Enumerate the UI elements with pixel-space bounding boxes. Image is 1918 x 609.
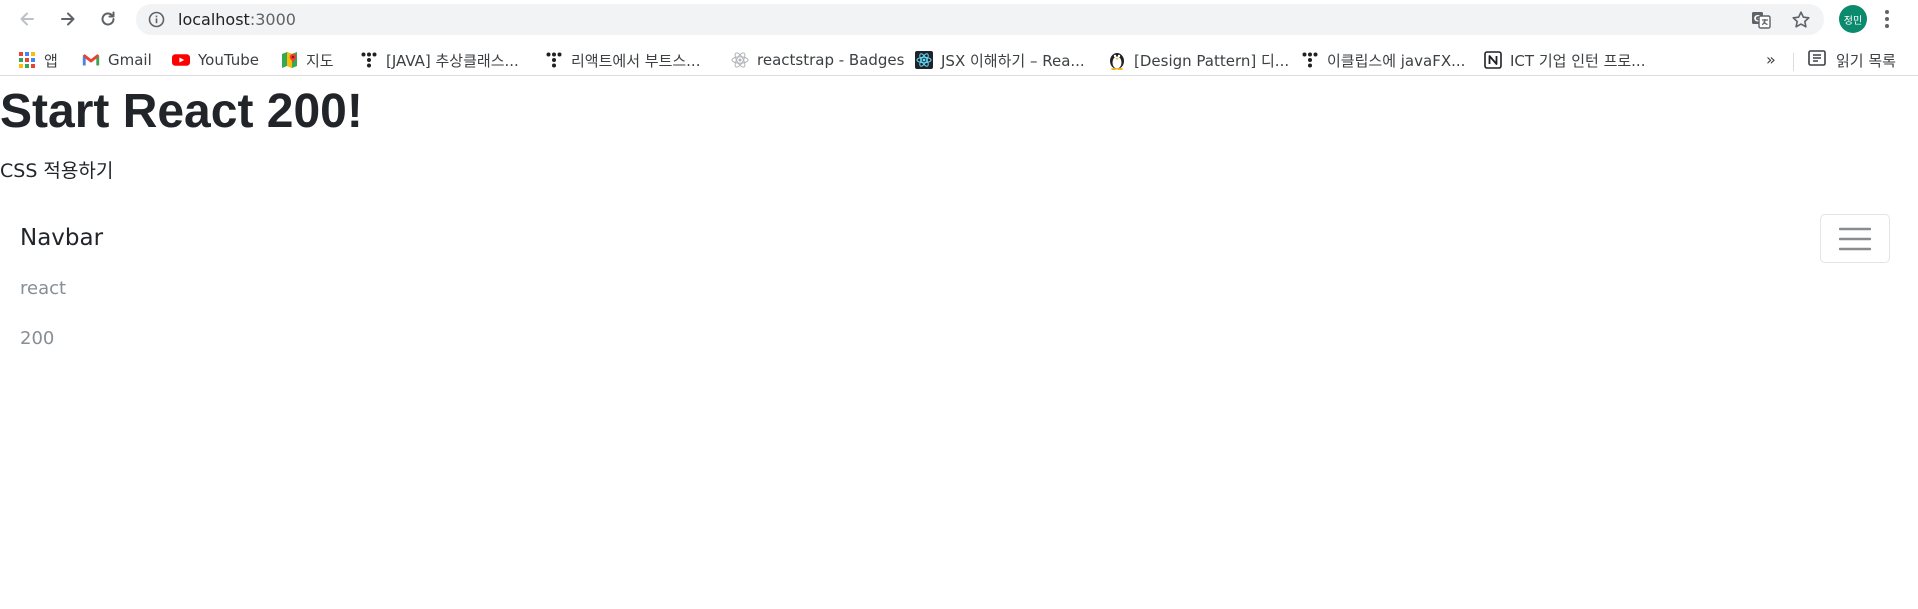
bookmark-maps[interactable]: 지도: [280, 48, 334, 72]
nav-link-react[interactable]: react: [20, 278, 66, 299]
navbar-brand[interactable]: Navbar: [20, 225, 103, 251]
bookmarks-bar: 앱 Gmail YouTube 지도 [JAVA] 추상클래스... 리액트에서…: [0, 44, 1918, 76]
address-bar[interactable]: localhost:3000 G: [136, 4, 1824, 35]
react-dark-icon: [915, 51, 933, 69]
profile-avatar[interactable]: 정민: [1839, 5, 1867, 33]
bookmark-reactstrap-badges[interactable]: reactstrap - Badges: [731, 48, 904, 72]
bookmark-label: ICT 기업 인턴 프로...: [1510, 51, 1646, 70]
page-subtitle: CSS 적용하기: [0, 160, 114, 182]
bookmark-apps[interactable]: 앱: [18, 48, 58, 72]
bookmark-star-icon[interactable]: [1791, 10, 1811, 30]
translate-icon[interactable]: G: [1751, 10, 1771, 30]
bookmark-label: [Design Pattern] 디...: [1134, 51, 1290, 70]
maps-icon: [280, 51, 298, 69]
bookmark-ict-intern[interactable]: ICT 기업 인턴 프로...: [1484, 48, 1645, 72]
nav-link-200[interactable]: 200: [20, 328, 54, 349]
apps-grid-icon: [18, 51, 36, 69]
bookmark-label: reactstrap - Badges: [757, 51, 905, 69]
reading-list-icon: [1808, 50, 1826, 70]
url-host: localhost: [178, 10, 250, 29]
bookmark-label: 앱: [44, 51, 58, 70]
bookmark-label: 이클립스에 javaFX...: [1327, 51, 1466, 70]
url-port: :3000: [249, 10, 296, 29]
reading-list-button[interactable]: 읽기 목록: [1808, 48, 1896, 72]
arrow-right-icon: [61, 12, 75, 26]
react-icon: [731, 51, 749, 69]
bookmark-react-bootstrap[interactable]: 리액트에서 부트스...: [545, 48, 700, 72]
gmail-icon: [82, 51, 100, 69]
bookmark-label: 지도: [306, 51, 334, 70]
bookmark-label: YouTube: [198, 51, 259, 69]
url-text[interactable]: localhost:3000: [178, 4, 296, 35]
more-bookmarks-button[interactable]: »: [1766, 50, 1776, 69]
bookmark-label: JSX 이해하기 – Rea...: [941, 51, 1085, 70]
bookmark-label: 리액트에서 부트스...: [571, 51, 701, 70]
bookmark-label: Gmail: [108, 51, 152, 69]
penguin-icon: [1108, 51, 1126, 70]
browser-toolbar: localhost:3000 G 정민: [0, 0, 1918, 38]
bookmark-eclipse-javafx[interactable]: 이클립스에 javaFX...: [1301, 48, 1465, 72]
reload-button[interactable]: [93, 4, 123, 34]
bookmark-gmail[interactable]: Gmail: [82, 48, 152, 72]
bookmark-jsx[interactable]: JSX 이해하기 – Rea...: [915, 48, 1085, 72]
bookmark-design-pattern[interactable]: [Design Pattern] 디...: [1108, 48, 1289, 72]
hamburger-menu-icon: [1839, 227, 1871, 250]
notion-icon: [1484, 51, 1502, 69]
arrow-left-icon: [20, 12, 34, 26]
page-title: Start React 200!: [0, 85, 363, 138]
back-button[interactable]: [12, 4, 42, 34]
bookmarks-divider: [1793, 53, 1794, 71]
tistory-icon: [545, 51, 563, 69]
reading-list-label: 읽기 목록: [1836, 51, 1896, 70]
page-content: Start React 200! CSS 적용하기 Navbar react 2…: [0, 77, 1918, 609]
bookmark-java-abstract[interactable]: [JAVA] 추상클래스...: [360, 48, 519, 72]
reload-icon: [101, 11, 115, 26]
navbar-toggler-button[interactable]: [1820, 214, 1890, 263]
youtube-icon: [172, 51, 190, 69]
bookmark-youtube[interactable]: YouTube: [172, 48, 259, 72]
tistory-icon: [360, 51, 378, 69]
tistory-icon: [1301, 51, 1319, 69]
bookmark-label: [JAVA] 추상클래스...: [386, 51, 519, 70]
forward-button[interactable]: [53, 4, 83, 34]
kebab-menu-icon[interactable]: [1883, 8, 1891, 30]
info-icon[interactable]: [148, 11, 165, 28]
